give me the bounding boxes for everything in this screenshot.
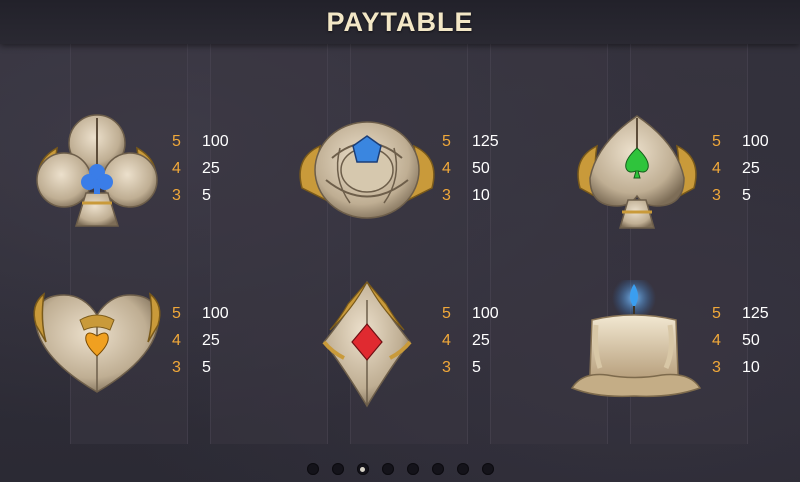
payout-row: 3 5	[172, 354, 229, 381]
paytable-entry-spade: 5 100 4 25 3 5	[552, 108, 800, 268]
payout-value: 100	[472, 304, 499, 322]
paytable-entry-diamond: 5 100 4 25 3 5	[282, 280, 542, 440]
payout-list: 5 100 4 25 3 5	[172, 300, 229, 381]
club-symbol-icon	[36, 114, 158, 227]
payout-row: 5 100	[172, 300, 229, 327]
payout-value: 50	[472, 159, 490, 177]
payout-row: 5 100	[172, 128, 229, 155]
payout-value: 125	[742, 304, 769, 322]
page-dot[interactable]	[306, 463, 319, 475]
match-count: 4	[442, 159, 451, 177]
payout-row: 5 100	[442, 300, 499, 327]
payout-value: 10	[742, 358, 760, 376]
match-count: 5	[712, 304, 721, 322]
payout-value: 25	[202, 331, 220, 349]
match-count: 3	[172, 358, 181, 376]
page-title: PAYTABLE	[326, 6, 474, 37]
match-count: 5	[712, 132, 721, 150]
page-dot[interactable]	[481, 463, 494, 475]
match-count: 5	[172, 132, 181, 150]
paytable-entry-rose: 5 125 4 50 3 10	[282, 108, 542, 268]
page-dot[interactable]	[331, 463, 344, 475]
match-count: 3	[712, 186, 721, 204]
match-count: 4	[712, 331, 721, 349]
spade-symbol-icon	[577, 115, 697, 229]
match-count: 4	[712, 159, 721, 177]
match-count: 4	[172, 331, 181, 349]
payout-row: 3 5	[442, 354, 499, 381]
header-bar: PAYTABLE	[0, 0, 800, 44]
candle-symbol-icon	[570, 280, 702, 398]
rose-symbol-icon	[299, 121, 435, 219]
payout-list: 5 100 4 25 3 5	[442, 300, 499, 381]
payout-row: 4 50	[442, 155, 499, 182]
match-count: 3	[172, 186, 181, 204]
match-count: 3	[442, 186, 451, 204]
payout-value: 100	[202, 304, 229, 322]
payout-value: 100	[742, 132, 769, 150]
payout-list: 5 125 4 50 3 10	[712, 300, 769, 381]
payout-row: 4 25	[712, 155, 769, 182]
payout-value: 5	[202, 358, 211, 376]
match-count: 5	[442, 304, 451, 322]
payout-value: 5	[472, 358, 481, 376]
payout-row: 5 100	[712, 128, 769, 155]
heart-symbol-icon	[33, 292, 161, 393]
payout-row: 4 25	[172, 155, 229, 182]
paytable-entry-club: 5 100 4 25 3 5	[12, 108, 272, 268]
payout-value: 10	[472, 186, 490, 204]
payout-row: 4 50	[712, 327, 769, 354]
page-dot[interactable]	[406, 463, 419, 475]
match-count: 3	[712, 358, 721, 376]
payout-value: 5	[202, 186, 211, 204]
payout-list: 5 100 4 25 3 5	[172, 128, 229, 209]
match-count: 4	[442, 331, 451, 349]
paytable-entry-candle: 5 125 4 50 3 10	[552, 280, 800, 440]
payout-value: 25	[472, 331, 490, 349]
payout-value: 125	[472, 132, 499, 150]
payout-value: 25	[202, 159, 220, 177]
page-dot-active[interactable]	[356, 463, 369, 475]
payout-list: 5 125 4 50 3 10	[442, 128, 499, 209]
payout-row: 4 25	[442, 327, 499, 354]
payout-row: 3 5	[172, 182, 229, 209]
payout-row: 3 5	[712, 182, 769, 209]
match-count: 3	[442, 358, 451, 376]
diamond-symbol-icon	[322, 280, 412, 408]
match-count: 5	[172, 304, 181, 322]
payout-row: 3 10	[712, 354, 769, 381]
match-count: 4	[172, 159, 181, 177]
paytable-entry-heart: 5 100 4 25 3 5	[12, 280, 272, 440]
payout-value: 25	[742, 159, 760, 177]
payout-row: 5 125	[442, 128, 499, 155]
payout-value: 100	[202, 132, 229, 150]
page-dot[interactable]	[456, 463, 469, 475]
payout-value: 50	[742, 331, 760, 349]
payout-row: 5 125	[712, 300, 769, 327]
payout-row: 4 25	[172, 327, 229, 354]
page-dot[interactable]	[431, 463, 444, 475]
payout-list: 5 100 4 25 3 5	[712, 128, 769, 209]
page-dot[interactable]	[381, 463, 394, 475]
page-indicator	[0, 463, 800, 475]
payout-row: 3 10	[442, 182, 499, 209]
match-count: 5	[442, 132, 451, 150]
payout-value: 5	[742, 186, 751, 204]
